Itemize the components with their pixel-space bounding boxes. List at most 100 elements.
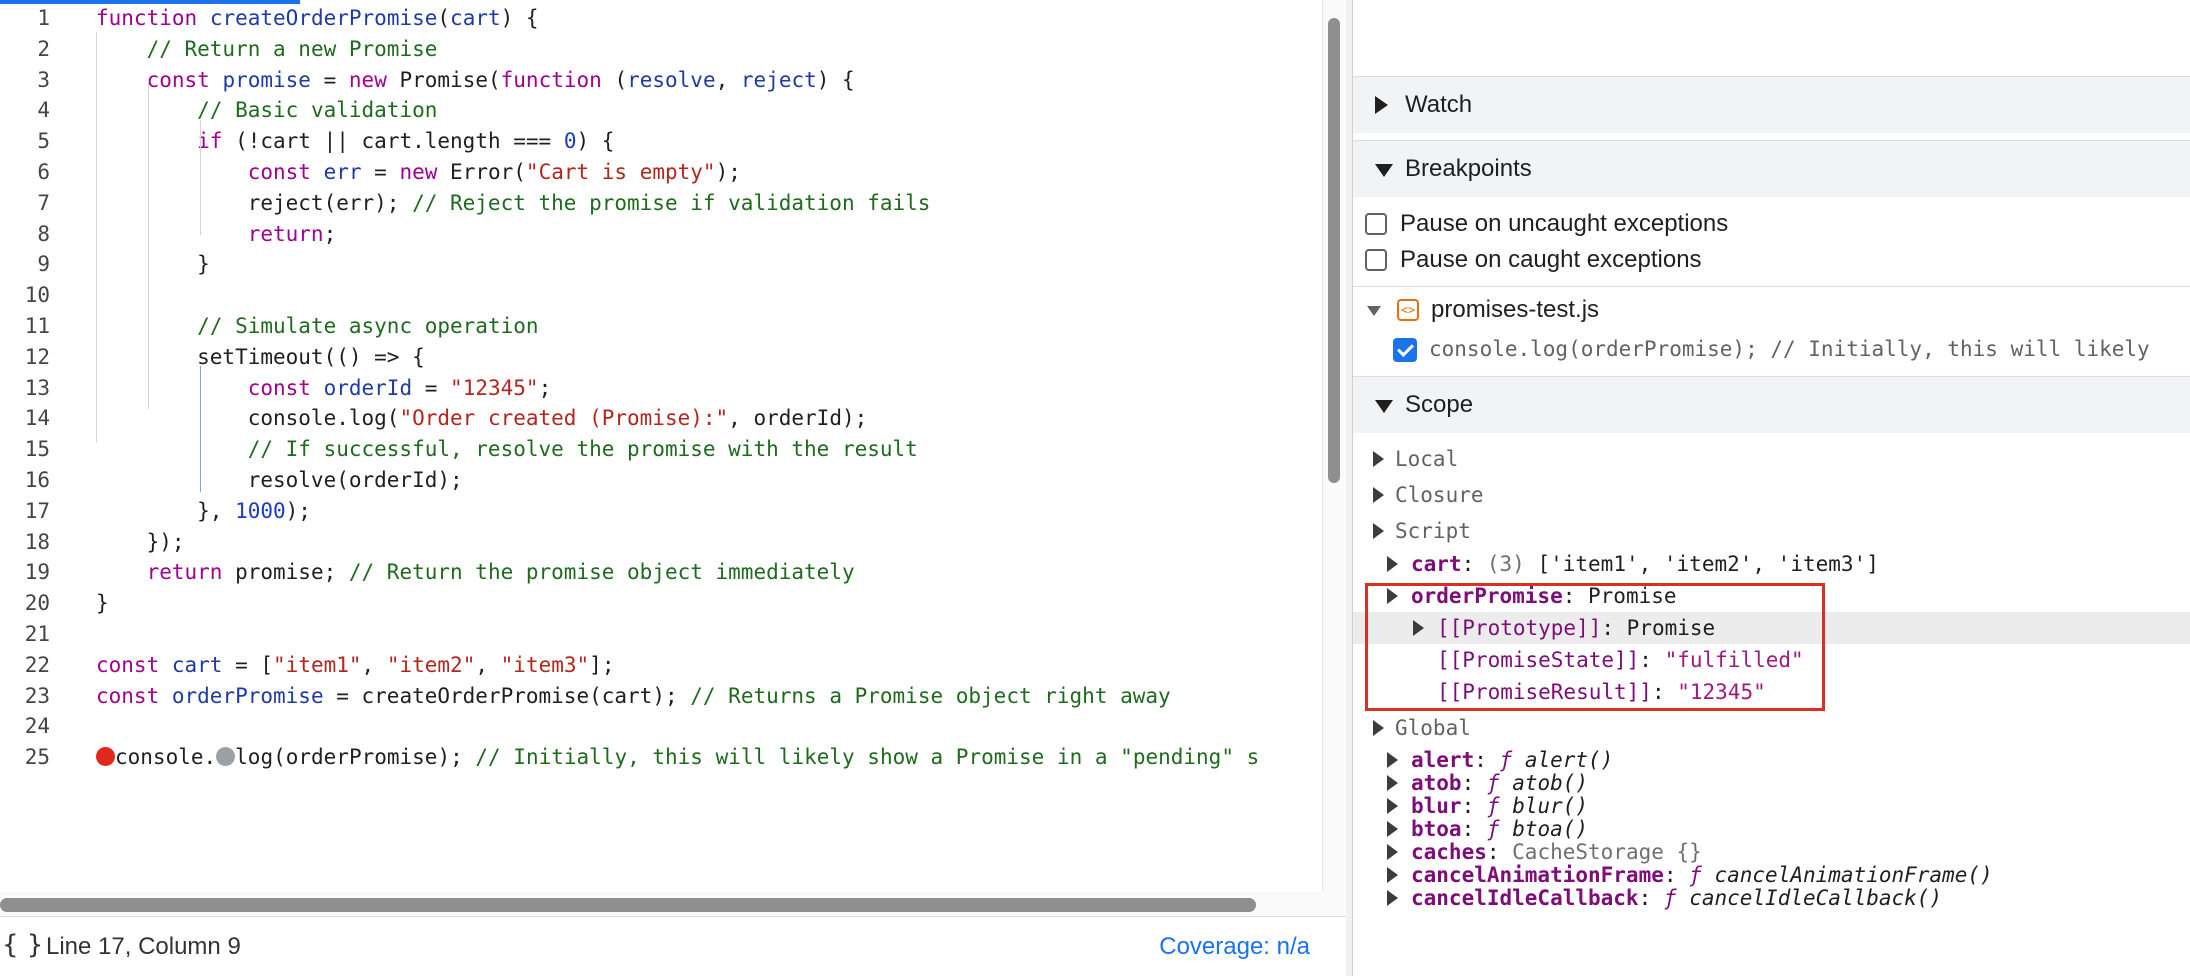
scope-global[interactable]: Global (1353, 712, 2190, 744)
code-text[interactable]: } (96, 249, 210, 280)
code-text[interactable]: const err = new Error("Cart is empty"); (96, 157, 741, 188)
code-text[interactable]: }, 1000); (96, 496, 311, 527)
indent-guide (200, 366, 201, 492)
code-line[interactable]: 20} (0, 588, 1322, 619)
line-number[interactable]: 15 (0, 434, 50, 465)
line-number[interactable]: 2 (0, 34, 50, 65)
line-number[interactable]: 24 (0, 711, 50, 742)
breakpoint-file-name[interactable]: promises-test.js (1431, 296, 1599, 324)
breakpoint-marker-active[interactable] (96, 747, 115, 767)
line-number[interactable]: 16 (0, 465, 50, 496)
breakpoint-enabled-checkbox[interactable] (1393, 338, 1417, 362)
code-line[interactable]: 3 const promise = new Promise(function (… (0, 65, 1322, 96)
line-number[interactable]: 21 (0, 619, 50, 650)
code-line[interactable]: 6 const err = new Error("Cart is empty")… (0, 157, 1322, 188)
code-text[interactable]: const promise = new Promise(function (re… (96, 65, 855, 96)
code-line[interactable]: 10 (0, 280, 1322, 311)
line-number[interactable]: 23 (0, 681, 50, 712)
line-number[interactable]: 14 (0, 403, 50, 434)
line-number[interactable]: 1 (0, 3, 50, 34)
code-token: function (96, 6, 198, 30)
editor-vertical-scroll-thumb[interactable] (1328, 18, 1340, 483)
code-line[interactable]: 7 reject(err); // Reject the promise if … (0, 188, 1322, 219)
code-line[interactable]: 1 function createOrderPromise(cart) { (0, 3, 1322, 34)
code-text[interactable]: const orderId = "12345"; (96, 373, 552, 404)
code-line[interactable]: 8 return; (0, 219, 1322, 250)
code-line[interactable]: 5 if (!cart || cart.length === 0) { (0, 126, 1322, 157)
code-text[interactable]: console.log("Order created (Promise):", … (96, 403, 868, 434)
code-line[interactable]: 19 return promise; // Return the promise… (0, 557, 1322, 588)
scope-section-header[interactable]: Scope (1353, 376, 2190, 433)
line-number[interactable]: 18 (0, 527, 50, 558)
breakpoint-code-snippet[interactable]: console.log(orderPromise); // Initially,… (1429, 337, 2150, 361)
line-number[interactable]: 10 (0, 280, 50, 311)
code-line[interactable]: 21 (0, 619, 1322, 650)
code-line[interactable]: 13 const orderId = "12345"; (0, 373, 1322, 404)
scope-script[interactable]: Script (1353, 515, 2190, 547)
line-number[interactable]: 6 (0, 157, 50, 188)
code-line[interactable]: 24 (0, 711, 1322, 742)
code-line[interactable]: 15 // If successful, resolve the promise… (0, 434, 1322, 465)
line-number[interactable]: 5 (0, 126, 50, 157)
code-text[interactable]: const orderPromise = createOrderPromise(… (96, 681, 1171, 712)
code-line[interactable]: 23 const orderPromise = createOrderPromis… (0, 681, 1322, 712)
collapse-file-icon[interactable] (1367, 306, 1381, 316)
line-number[interactable]: 3 (0, 65, 50, 96)
scope-closure[interactable]: Closure (1353, 479, 2190, 511)
line-number[interactable]: 7 (0, 188, 50, 219)
code-line[interactable]: 25 console. log(orderPromise); // Initiall… (0, 742, 1322, 773)
watch-section-header[interactable]: Watch (1353, 76, 2190, 133)
var-name: cancelIdleCallback (1411, 886, 1639, 910)
editor-horizontal-scroll-thumb[interactable] (0, 898, 1256, 912)
coverage-link[interactable]: Coverage: n/a (1159, 933, 1310, 961)
line-number[interactable]: 8 (0, 219, 50, 250)
code-text[interactable]: return; (96, 219, 337, 250)
code-line[interactable]: 14 console.log("Order created (Promise):… (0, 403, 1322, 434)
code-text[interactable]: }); (96, 527, 185, 558)
panel-divider[interactable] (1346, 0, 1353, 976)
expand-icon (1373, 487, 1384, 503)
line-number[interactable]: 19 (0, 557, 50, 588)
code-line[interactable]: 22 const cart = ["item1", "item2", "item3… (0, 650, 1322, 681)
line-number[interactable]: 22 (0, 650, 50, 681)
line-number[interactable]: 4 (0, 95, 50, 126)
code-editor[interactable]: 1 function createOrderPromise(cart) {2 //… (0, 0, 1322, 892)
line-number[interactable]: 11 (0, 311, 50, 342)
code-text[interactable]: reject(err); // Reject the promise if va… (96, 188, 931, 219)
code-line[interactable]: 12 setTimeout(() => { (0, 342, 1322, 373)
code-line[interactable]: 9 } (0, 249, 1322, 280)
code-text[interactable]: // Return a new Promise (96, 34, 438, 65)
code-text[interactable]: // If successful, resolve the promise wi… (96, 434, 918, 465)
code-text[interactable]: console. log(orderPromise); // Initially,… (96, 742, 1259, 773)
expand-icon (1387, 844, 1398, 860)
pause-caught-checkbox[interactable] (1365, 249, 1387, 271)
scope-var-cart[interactable]: cart: (3) ['item1', 'item2', 'item3'] (1353, 548, 2190, 580)
line-number[interactable]: 17 (0, 496, 50, 527)
breakpoint-marker-inactive[interactable] (216, 747, 236, 767)
line-number[interactable]: 20 (0, 588, 50, 619)
code-text[interactable]: setTimeout(() => { (96, 342, 425, 373)
code-line[interactable]: 18 }); (0, 527, 1322, 558)
line-number[interactable]: 13 (0, 373, 50, 404)
code-line[interactable]: 17 }, 1000); (0, 496, 1322, 527)
code-line[interactable]: 11 // Simulate async operation (0, 311, 1322, 342)
code-line[interactable]: 4 // Basic validation (0, 95, 1322, 126)
code-line[interactable]: 16 resolve(orderId); (0, 465, 1322, 496)
code-text[interactable]: function createOrderPromise(cart) { (96, 3, 539, 34)
code-text[interactable]: } (96, 588, 109, 619)
line-number[interactable]: 9 (0, 249, 50, 280)
scope-local[interactable]: Local (1353, 443, 2190, 475)
pretty-print-icon[interactable]: { } (2, 930, 43, 960)
code-text[interactable]: resolve(orderId); (96, 465, 463, 496)
line-number[interactable]: 25 (0, 742, 50, 773)
code-area[interactable]: 1 function createOrderPromise(cart) {2 //… (0, 0, 1322, 892)
pause-uncaught-checkbox[interactable] (1365, 213, 1387, 235)
scope-global-item[interactable]: cancelIdleCallback: ƒ cancelIdleCallback… (1353, 882, 2190, 914)
code-text[interactable]: if (!cart || cart.length === 0) { (96, 126, 614, 157)
code-text[interactable]: // Simulate async operation (96, 311, 538, 342)
code-text[interactable]: const cart = ["item1", "item2", "item3"]… (96, 650, 614, 681)
line-number[interactable]: 12 (0, 342, 50, 373)
breakpoints-section-header[interactable]: Breakpoints (1353, 140, 2190, 197)
code-text[interactable]: return promise; // Return the promise ob… (96, 557, 855, 588)
code-line[interactable]: 2 // Return a new Promise (0, 34, 1322, 65)
